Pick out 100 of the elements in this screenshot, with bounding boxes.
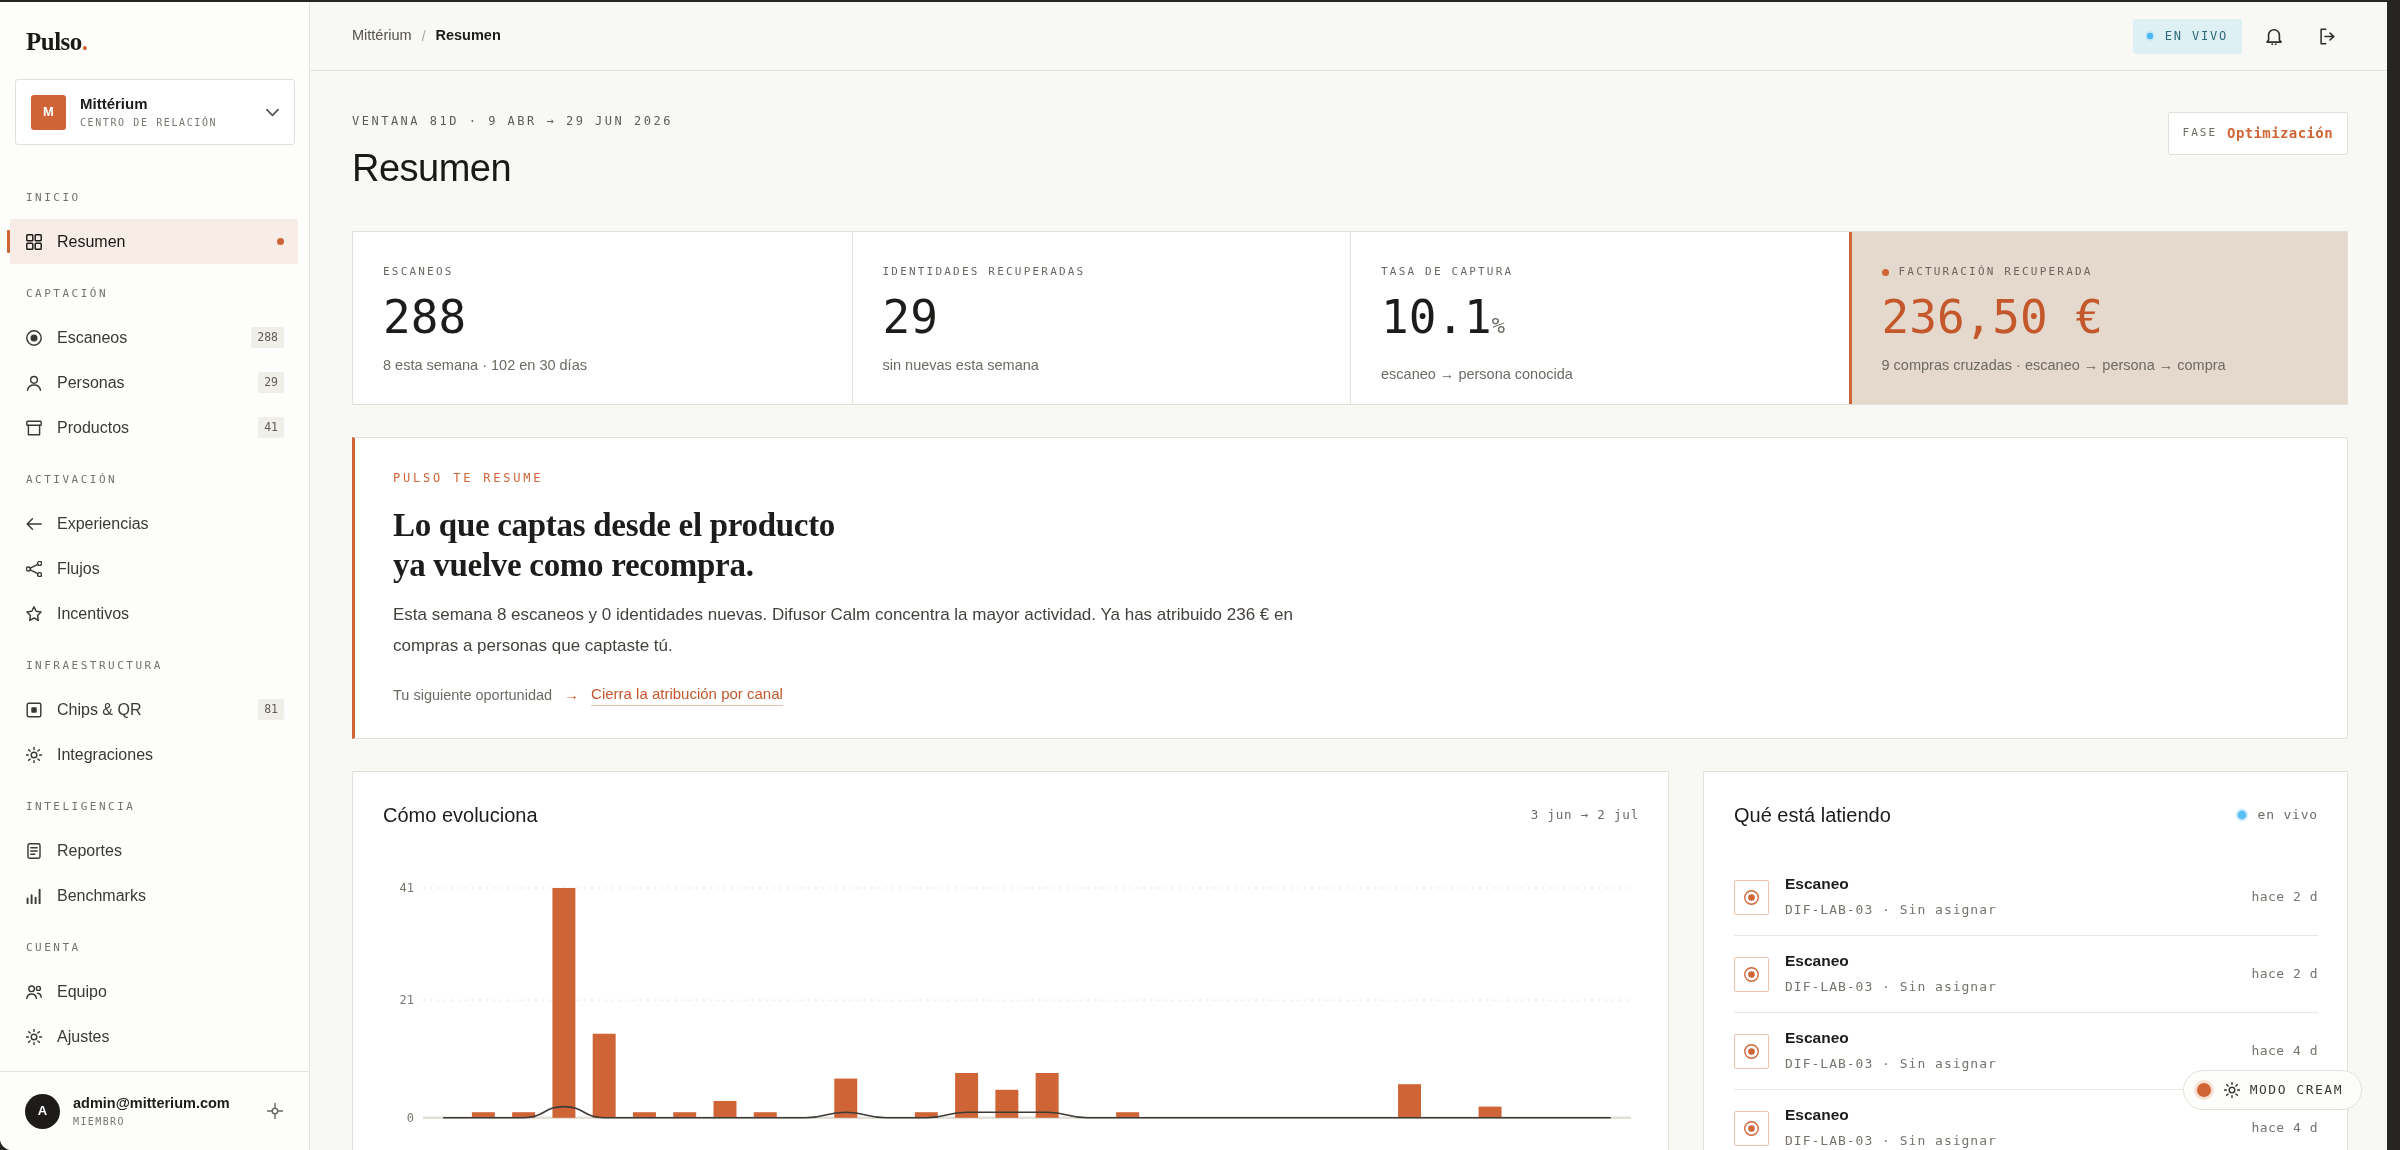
next-step-label: Tu siguiente oportunidad [393,685,553,705]
stat-label: ESCANEOS [383,265,454,279]
stat-note: 8 esta semana · 102 en 30 días [383,356,588,375]
target-icon [1734,1110,1769,1146]
activity-detail: DIF-LAB-03 · Sin asignar [1785,978,1997,996]
chart-bar [955,1072,979,1118]
sidebar-item[interactable]: Resumen [7,219,298,264]
period-label: VENTANA 81D · 9 ABR → 29 JUN 2026 [352,113,673,129]
sidebar-item[interactable]: Personas 29 [7,360,298,405]
sidebar-item[interactable]: Integraciones [7,732,298,777]
sidebar-item[interactable]: Benchmarks [7,873,298,918]
sun-icon [2223,1082,2240,1098]
activity-detail: DIF-LAB-03 · Sin asignar [1785,1055,1997,1073]
chart-bar [1035,1072,1059,1118]
nodes-icon [26,560,42,577]
activity-name: Escaneo [1785,1105,1850,1125]
summary-heading: Lo que captas desde el producto ya vuelve como recompra. [393,506,837,585]
nav-section-title: INICIO [25,190,82,206]
workspace-switcher[interactable]: M Mittérium CENTRO DE RELACIÓN [15,79,295,145]
arrow-icon: → [564,683,580,706]
activity-time: hace 2 d [2251,888,2318,907]
stat-value: 288 [383,291,468,343]
stat-note: 9 compras cruzadas · escaneo → persona → compra [1881,356,2227,375]
activity-time: hace 4 d [2251,1042,2318,1061]
dot-icon [277,238,284,245]
sidebar-item[interactable]: Chips & QR 81 [7,687,298,732]
activity-time: hace 4 d [2251,1119,2318,1138]
logo: Pulso. [26,28,88,56]
star-icon [26,605,42,622]
count-badge: 81 [258,699,284,720]
live-dot-icon [2142,29,2157,43]
stat-value: 236,50 € [1881,291,2105,343]
count-badge: 29 [258,372,284,393]
sun-icon [26,1028,42,1045]
sidebar-item[interactable]: Incentivos [7,591,298,636]
workspace-avatar: M [31,94,66,130]
exit-icon[interactable] [2319,27,2336,45]
y-axis-label: 21 [399,993,414,1008]
stat-value: 10.1% [1381,291,1507,346]
theme-toggle-button[interactable]: MODO CREAM [2182,1070,2362,1110]
activity-name: Escaneo [1785,951,1850,971]
activity-detail: DIF-LAB-03 · Sin asignar [1785,901,1997,919]
date-range-label: 3 jun → 2 jul [1530,805,1639,824]
arrow-left-icon [26,515,42,532]
document-icon [26,842,42,859]
chart-bar [1398,1084,1421,1118]
dot-icon [1881,268,1889,276]
sidebar-item[interactable]: Productos 41 [7,405,298,450]
page-title: Resumen [352,146,513,191]
activity-detail: DIF-LAB-03 · Sin asignar [1785,1132,1997,1150]
chart-title: Cómo evoluciona [383,803,538,828]
sidebar-item[interactable]: Escaneos 288 [7,315,298,360]
user-avatar: A [25,1093,60,1129]
breadcrumb-separator: / [421,26,426,46]
chart-bar [713,1101,737,1118]
sidebar-item[interactable]: Experiencias [7,501,298,546]
target-icon [1734,1033,1769,1069]
activity-name: Escaneo [1785,1028,1850,1048]
nav-section-title: CAPTACIÓN [25,286,110,302]
y-axis-label: 41 [399,881,414,895]
phase-badge: FASE Optimización [2167,112,2348,155]
sun-icon [26,746,42,763]
target-icon [26,329,42,346]
live-label: en vivo [2257,806,2318,825]
stat-label: FACTURACIÓN RECUPERADA [1898,265,2093,279]
swatch-icon [2193,1080,2214,1100]
target-icon [1734,879,1769,915]
chart-bar [632,1112,656,1118]
stat-value: 29 [882,291,939,343]
grid-icon [26,233,42,250]
breadcrumb-current: Resumen [435,26,501,46]
chart-bar [834,1078,858,1118]
sidebar-item[interactable]: Reportes [7,828,298,873]
live-dot-icon [2233,807,2250,823]
user-email: admin@mitterium.com [73,1094,230,1112]
chart-bar [512,1112,536,1118]
user-role: MIEMBRO [73,1115,126,1128]
nav-section-title: CUENTA [25,940,82,956]
next-step-link[interactable]: Cierra la atribución por canal [591,683,783,706]
stat-label: IDENTIDADES RECUPERADAS [882,265,1086,279]
sidebar-item[interactable]: Ajustes [7,1014,298,1059]
chart-bar [753,1112,777,1118]
activity-name: Escaneo [1785,874,1850,894]
summary-text: Esta semana 8 escaneos y 0 identidades nuevas. Difusor Calm concentra la mayor actividad. Ya has atribuido 236 € en compras a personas que captaste tú. [393,604,1294,657]
crosshair-icon[interactable] [267,1103,283,1119]
nav-section-title: INFRAESTRUCTURA [25,658,164,674]
activity-time: hace 2 d [2251,965,2318,984]
chart-bar [1478,1106,1502,1118]
sidebar-item[interactable]: Equipo [7,969,298,1014]
chip-icon [26,701,42,718]
breadcrumb-link[interactable]: Mittérium [352,25,412,47]
target-icon [1734,956,1769,992]
stat-note: escaneo → persona conocida [1381,365,1574,384]
chart-bar [995,1089,1019,1118]
summary-eyebrow: PULSO TE RESUME [393,470,545,486]
stat-note: sin nuevas esta semana [882,356,1040,375]
person-icon [26,374,42,391]
sidebar-item[interactable]: Flujos [7,546,298,591]
chart-bar [1116,1112,1140,1118]
bell-icon[interactable] [2265,27,2283,45]
